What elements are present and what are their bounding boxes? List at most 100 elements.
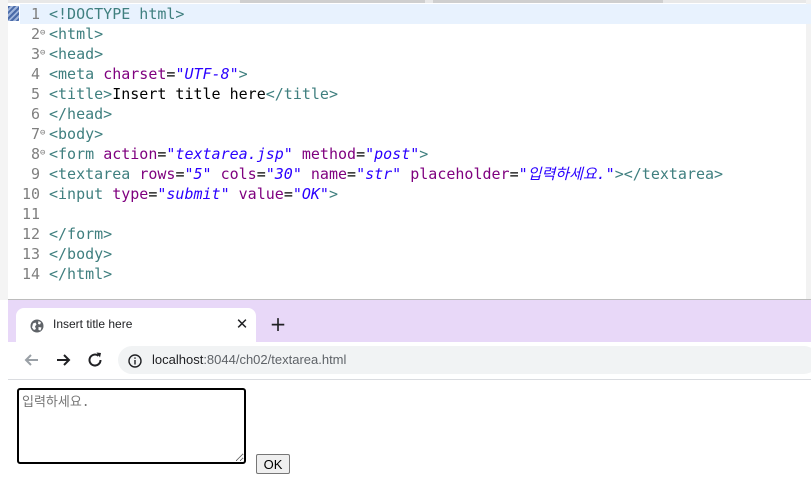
code-line: 13 </body>	[20, 244, 811, 264]
line-number: 2	[30, 25, 40, 43]
address-bar[interactable]: localhost:8044/ch02/textarea.html	[118, 346, 811, 374]
line-number: 4	[30, 65, 40, 83]
code-token: >	[328, 185, 338, 203]
line-number: 5	[30, 85, 40, 103]
line-number: 11	[21, 205, 40, 223]
tab-strip: Insert title here ✕ +	[8, 300, 811, 342]
code-token: "입력하세요."	[518, 165, 615, 183]
tab-title: Insert title here	[53, 317, 133, 331]
code-token: >	[419, 145, 429, 163]
page-content: OK	[8, 380, 811, 494]
code-token: <meta	[49, 65, 104, 83]
code-token: <form	[49, 145, 104, 163]
code-line: 1 <!DOCTYPE html>	[20, 4, 811, 24]
url-path: :8044/ch02/textarea.html	[203, 352, 347, 367]
code-line: 11	[20, 204, 811, 224]
code-token: "30"	[265, 165, 302, 183]
code-token: "5"	[184, 165, 212, 183]
code-token: charset	[103, 65, 167, 83]
fold-toggle-icon[interactable]: ⊖	[40, 44, 49, 62]
code-line: 2⊖ <html>	[20, 24, 811, 44]
code-token: "submit"	[157, 185, 230, 203]
editor-left-ruler	[0, 0, 8, 300]
line-number: 14	[21, 265, 40, 283]
line-number: 1	[30, 5, 40, 23]
code-token: placeholder	[410, 165, 510, 183]
code-token: cols	[220, 165, 257, 183]
code-token: <textarea	[49, 165, 140, 183]
code-text: <title>Insert title here</title>	[49, 84, 338, 104]
code-line: 6 </head>	[20, 104, 811, 124]
line-number: 7	[30, 125, 40, 143]
code-line: 5 <title>Insert title here</title>	[20, 84, 811, 104]
code-token: Insert title here	[112, 85, 266, 103]
code-text: <body>	[49, 124, 103, 144]
close-tab-icon[interactable]: ✕	[234, 316, 250, 332]
ok-submit-button[interactable]: OK	[256, 454, 290, 474]
code-line: 12 </form>	[20, 224, 811, 244]
code-editor[interactable]: 1 <!DOCTYPE html> 2⊖ <html> 3⊖ <head> 4 <meta c…	[0, 0, 811, 300]
line-number: 13	[21, 245, 40, 263]
code-token: <title>	[49, 85, 113, 103]
code-token: action	[103, 145, 158, 163]
code-line: 8⊖ <form action="textarea.jsp" method="po…	[20, 144, 811, 164]
forward-arrow-icon[interactable]	[53, 350, 73, 370]
current-line-marker	[8, 6, 19, 21]
code-token: <html>	[49, 25, 104, 43]
code-token: >	[238, 65, 248, 83]
code-token: <body>	[49, 125, 104, 143]
code-token: =	[356, 145, 366, 163]
line-number: 10	[21, 185, 40, 203]
code-token: type	[112, 185, 149, 203]
code-text: <form action="textarea.jsp" method="post…	[49, 144, 428, 164]
code-token: </body>	[49, 245, 113, 263]
code-token: "textarea.jsp"	[166, 145, 293, 163]
code-line: 4 <meta charset="UTF-8">	[20, 64, 811, 84]
browser-tab[interactable]: Insert title here ✕	[16, 308, 256, 342]
line-number: 8	[30, 145, 40, 163]
editor-top-border	[0, 0, 811, 3]
fold-toggle-icon[interactable]: ⊖	[40, 24, 49, 42]
code-token: <!DOCTYPE html>	[49, 5, 185, 23]
info-icon[interactable]	[128, 353, 142, 368]
code-token: </html>	[49, 265, 113, 283]
browser-window: Insert title here ✕ + localhost:8044/ch0…	[8, 299, 811, 494]
code-token: =	[256, 165, 266, 183]
code-text: <!DOCTYPE html>	[49, 4, 184, 24]
code-line: 3⊖ <head>	[20, 44, 811, 64]
code-token: =	[283, 185, 293, 203]
line-number: 12	[21, 225, 40, 243]
code-token: value	[238, 185, 284, 203]
str-textarea[interactable]	[17, 388, 246, 464]
reload-icon[interactable]	[85, 350, 105, 370]
code-text: </body>	[49, 244, 112, 264]
url-text: localhost:8044/ch02/textarea.html	[152, 352, 346, 367]
code-token: rows	[139, 165, 176, 183]
code-token: <head>	[49, 45, 104, 63]
fold-toggle-icon[interactable]: ⊖	[40, 144, 49, 162]
fold-toggle-icon[interactable]: ⊖	[40, 124, 49, 142]
code-line: 9 <textarea rows="5" cols="30" name="str"…	[20, 164, 811, 184]
code-token: name	[310, 165, 348, 183]
back-arrow-icon[interactable]	[22, 350, 42, 370]
code-token: "UTF-8"	[175, 65, 239, 83]
code-token: =	[347, 165, 357, 183]
code-token: </form>	[49, 225, 113, 243]
code-text: </html>	[49, 264, 112, 284]
code-text: <html>	[49, 24, 103, 44]
code-token: <input	[49, 185, 113, 203]
url-host: localhost	[152, 352, 204, 367]
new-tab-button[interactable]: +	[268, 314, 288, 334]
code-text: </form>	[49, 224, 112, 244]
code-token: =	[509, 165, 519, 183]
code-token: </title>	[265, 85, 338, 103]
line-number: 3	[30, 45, 40, 63]
code-text: <meta charset="UTF-8">	[49, 64, 248, 84]
code-token: ></textarea>	[614, 165, 724, 183]
code-token: "post"	[365, 145, 420, 163]
code-text: <textarea rows="5" cols="30" name="str" …	[49, 164, 723, 184]
code-text: </head>	[49, 104, 112, 124]
